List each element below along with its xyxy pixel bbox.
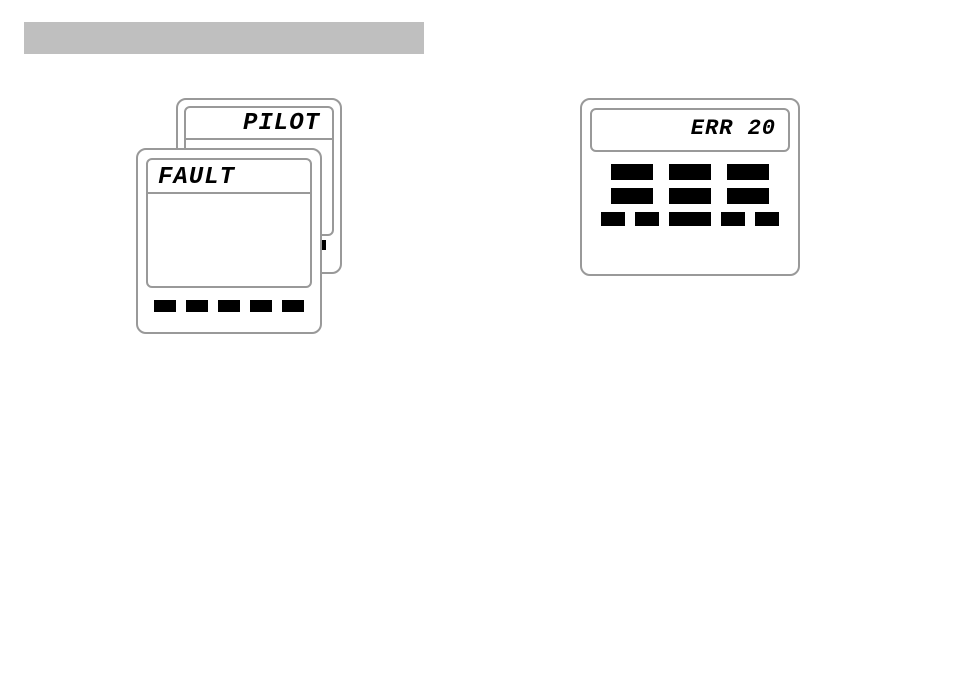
controller-device-error: ERR 20 <box>580 98 800 276</box>
lcd-text: ERR 20 <box>691 116 776 141</box>
key-button[interactable] <box>186 300 208 312</box>
key-row <box>146 300 312 312</box>
key-button[interactable] <box>154 300 176 312</box>
key-button[interactable] <box>635 212 659 226</box>
key-button[interactable] <box>218 300 240 312</box>
key-button[interactable] <box>611 164 653 180</box>
key-button[interactable] <box>755 212 779 226</box>
key-button[interactable] <box>282 300 304 312</box>
lcd-text: FAULT <box>158 164 235 191</box>
lcd-screen: FAULT <box>146 158 312 288</box>
header-gray-bar <box>24 22 424 54</box>
key-button[interactable] <box>727 164 769 180</box>
key-button[interactable] <box>727 188 769 204</box>
key-button[interactable] <box>669 164 711 180</box>
key-button[interactable] <box>611 188 653 204</box>
key-button[interactable] <box>721 212 745 226</box>
controller-device-fault: FAULT <box>136 148 322 334</box>
key-button[interactable] <box>669 188 711 204</box>
keypad <box>590 164 790 226</box>
lcd-text: PILOT <box>243 110 320 137</box>
lcd-screen: ERR 20 <box>590 108 790 152</box>
key-button[interactable] <box>250 300 272 312</box>
key-button[interactable] <box>669 212 711 226</box>
key-button[interactable] <box>601 212 625 226</box>
